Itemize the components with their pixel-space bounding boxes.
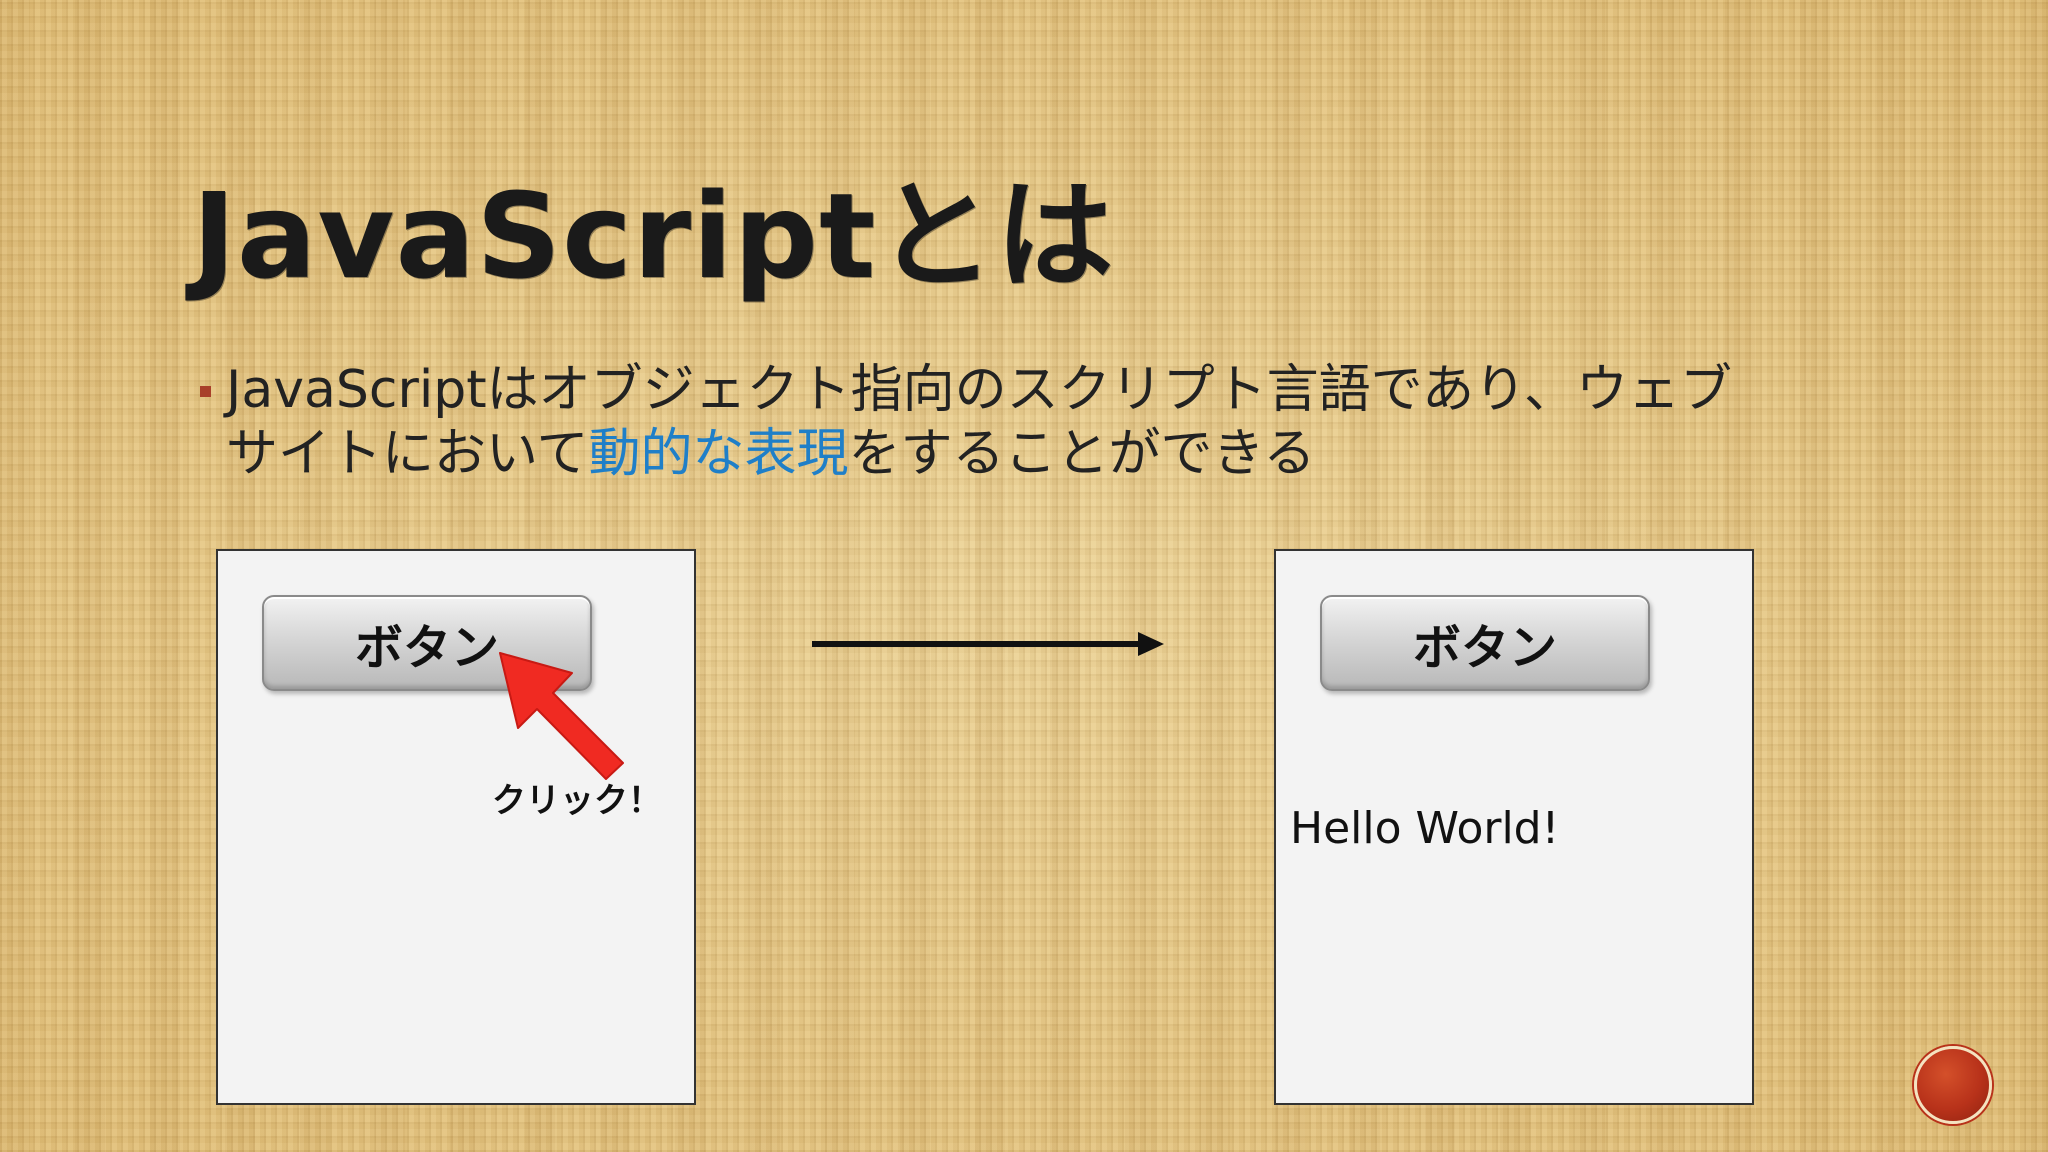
bullet-text-after: をすることができる [848,424,1316,484]
bullet-marker-icon [200,386,211,397]
output-text: Hello World! [1290,803,1560,854]
right-arrow-icon [812,632,1164,656]
bullet-highlight: 動的な表現 [588,424,849,484]
bullet-text: JavaScriptはオブジェクト指向のスクリプト言語であり、ウェブサイトにおい… [226,358,1760,486]
slide-title: JavaScriptとは [192,167,1115,305]
click-label: クリック！ [492,781,662,821]
demo-button-right[interactable]: ボタン [1320,595,1650,691]
red-pointer-arrow-icon [499,652,624,780]
after-click-panel: ボタン Hello World! [1274,549,1754,1105]
red-circle-icon[interactable] [1914,1046,1992,1124]
before-click-panel: ボタン クリック！ [216,549,696,1105]
bullet-item: JavaScriptはオブジェクト指向のスクリプト言語であり、ウェブサイトにおい… [200,358,1760,486]
